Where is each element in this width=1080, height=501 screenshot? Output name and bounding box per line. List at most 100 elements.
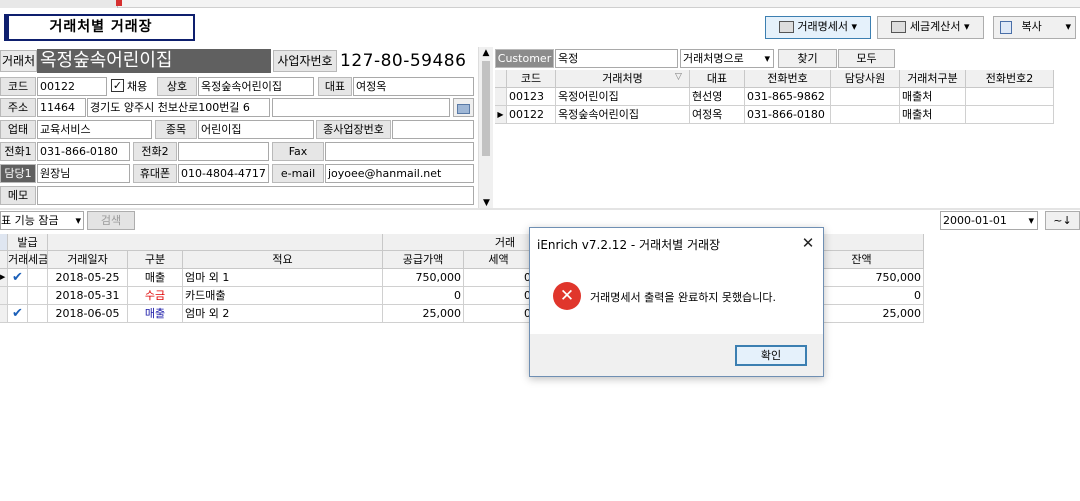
cell-type: 수금 [128,287,183,305]
cell-desc: 엄마 외 1 [183,269,383,287]
trade-input[interactable]: 옥정숲속어린이집 [198,77,314,96]
all-button[interactable]: 모두 [838,49,895,68]
col-header-name[interactable]: 거래처명 [556,70,690,88]
cell-phone2 [966,106,1054,124]
fax-input[interactable] [325,142,474,161]
bizno-value: 127-80-59486 [340,51,467,71]
trade-label: 상호 [157,77,197,96]
manager-input[interactable]: 원장님 [37,164,130,183]
code-input[interactable]: 00122 [37,77,107,96]
printer-icon [778,21,794,33]
cell-desc: 카드매출 [183,287,383,305]
group-header-issue: 발급 [8,234,48,251]
address-input[interactable]: 경기도 양주시 천보산로100번길 6 [87,98,270,117]
adopt-checkbox[interactable]: ✓ [111,79,124,92]
tax-invoice-button[interactable]: 세금계산서 ▾ [877,16,984,39]
item-label: 종목 [155,120,197,139]
search-input[interactable]: 옥정 [555,49,678,68]
dialog-message: 거래명세서 출력을 완료하지 못했습니다. [590,291,777,304]
address-search-icon[interactable] [453,98,474,117]
copy-button-label: 복사 [1021,20,1042,33]
memo-input[interactable] [37,186,474,205]
item-input[interactable]: 어린이집 [198,120,314,139]
email-input[interactable]: joyoee@hanmail.net [325,164,474,183]
col-header-staff[interactable]: 담당사원 [831,70,900,88]
trade-issued-check-icon[interactable]: ✔ [8,269,28,287]
scroll-thumb[interactable] [482,61,490,156]
ledger-search-button[interactable]: 검색 [87,211,135,230]
scroll-up-icon[interactable]: ▲ [479,47,493,59]
col-header-supply[interactable]: 공급가액 [383,251,464,269]
cell-name: 옥정어린이집 [556,88,690,106]
tax-issued-cell[interactable] [28,287,48,305]
panel-divider[interactable] [0,208,1080,210]
tab-close-icon[interactable] [116,0,122,6]
cell-desc: 엄마 외 2 [183,305,383,323]
cell-supply: 750,000 [383,269,464,287]
trade-issued-cell[interactable] [8,287,28,305]
bizno-label: 사업자번호 [273,50,337,72]
sort-icon: ▽ [675,72,682,82]
date-picker[interactable]: 2000-01-01 ▾ [940,211,1038,230]
col-header-desc[interactable]: 적요 [183,251,383,269]
col-header-date[interactable]: 거래일자 [48,251,128,269]
address-detail-input[interactable] [272,98,450,117]
phone1-input[interactable]: 031-866-0180 [37,142,130,161]
cell-vat: 0 [464,305,534,323]
find-button[interactable]: 찾기 [778,49,837,68]
zip-input[interactable]: 11464 [37,98,86,117]
col-header-phone2[interactable]: 전화번호2 [966,70,1054,88]
search-mode-value: 거래처명으로 [683,52,744,65]
chevron-down-icon: ▾ [964,20,970,33]
row-marker [495,88,507,106]
statement-button[interactable]: 거래명세서 ▾ [765,16,871,39]
biztype-label: 업태 [0,120,36,139]
col-header-type[interactable]: 구분 [128,251,183,269]
row-header-corner [495,70,507,88]
search-mode-select[interactable]: 거래처명으로 ▾ [680,49,774,68]
active-tab[interactable] [0,0,118,8]
table-row[interactable]: 00123 옥정어린이집 현선영 031-865-9862 매출처 [495,88,1055,106]
col-header-tax-issued[interactable]: 세금 [28,251,48,269]
copy-button[interactable]: 복사 ▾ [993,16,1076,39]
ledger-corner-icon [0,234,8,251]
fax-label: Fax [272,142,324,161]
memo-label: 메모 [0,186,36,205]
col-header-code[interactable]: 코드 [507,70,556,88]
form-scrollbar[interactable]: ▲ ▼ [478,47,493,209]
ok-button[interactable]: 확인 [735,345,807,366]
col-header-vat[interactable]: 세액 [464,251,534,269]
date-range-button[interactable]: ~↓ [1045,211,1080,230]
mobile-input[interactable]: 010-4804-4717 [178,164,269,183]
trade-issued-check-icon[interactable]: ✔ [8,305,28,323]
col-header-type[interactable]: 거래처구분 [900,70,966,88]
search-label: Customer [495,49,554,68]
row-pointer-icon: ▶ [495,106,507,124]
error-dialog: iEnrich v7.2.12 - 거래처별 거래장 ✕ ✕ 거래명세서 출력을… [529,227,824,377]
address-label: 주소 [0,98,36,117]
statement-button-label: 거래명세서 [797,20,849,33]
cell-rep: 현선영 [690,88,745,106]
cell-type: 매출처 [900,106,966,124]
lock-select[interactable]: 표 기능 잠금 ▾ [0,211,84,230]
branch-input[interactable] [392,120,474,139]
printer-icon [891,21,907,33]
error-icon: ✕ [553,282,581,310]
biztype-input[interactable]: 교육서비스 [37,120,152,139]
cell-code: 00123 [507,88,556,106]
cell-phone: 031-865-9862 [745,88,831,106]
close-icon[interactable]: ✕ [798,233,818,253]
date-value: 2000-01-01 [943,214,1007,227]
tax-issued-cell[interactable] [28,305,48,323]
tax-issued-cell[interactable] [28,269,48,287]
col-header-rep[interactable]: 대표 [690,70,745,88]
cell-date: 2018-05-31 [48,287,128,305]
table-row[interactable]: ▶ 00122 옥정숲속어린이집 여정옥 031-866-0180 매출처 [495,106,1055,124]
cell-staff [831,106,900,124]
col-header-phone[interactable]: 전화번호 [745,70,831,88]
customer-table: 코드 거래처명 ▽ 대표 전화번호 담당사원 거래처구분 전화번호2 00123… [495,70,1080,210]
phone2-input[interactable] [178,142,269,161]
rep-input[interactable]: 여정옥 [353,77,474,96]
col-header-trade-issued[interactable]: 거래 [8,251,28,269]
cell-code: 00122 [507,106,556,124]
